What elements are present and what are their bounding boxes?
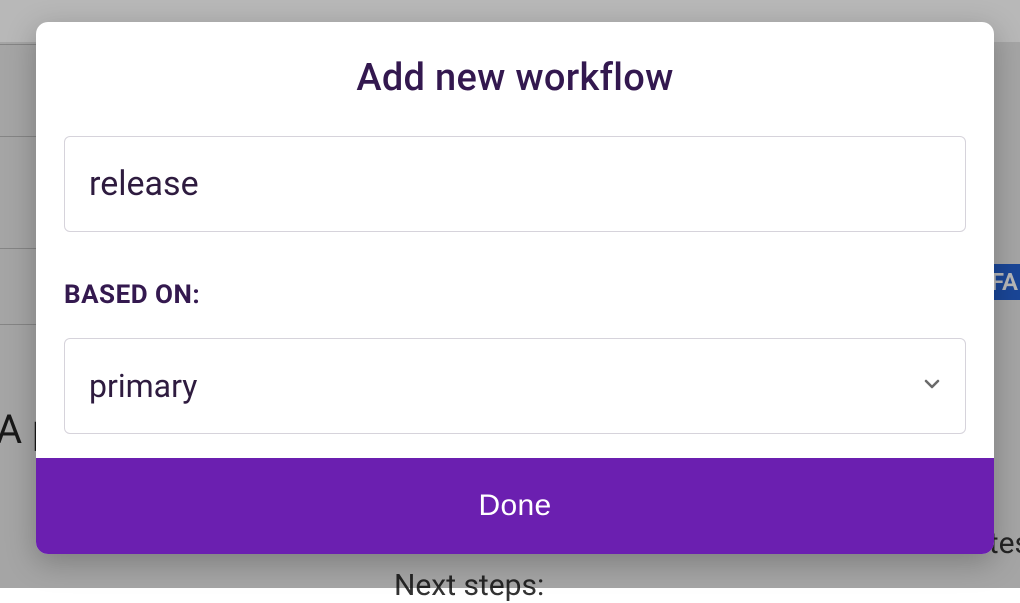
based-on-label: BASED ON: [64, 280, 966, 310]
workflow-name-input[interactable] [64, 136, 966, 232]
based-on-select[interactable]: primary [64, 338, 966, 434]
add-workflow-modal: Add new workflow BASED ON: primary Done [36, 22, 994, 554]
done-button[interactable]: Done [36, 458, 994, 554]
based-on-selected-value: primary [89, 367, 197, 405]
modal-title: Add new workflow [64, 56, 966, 100]
